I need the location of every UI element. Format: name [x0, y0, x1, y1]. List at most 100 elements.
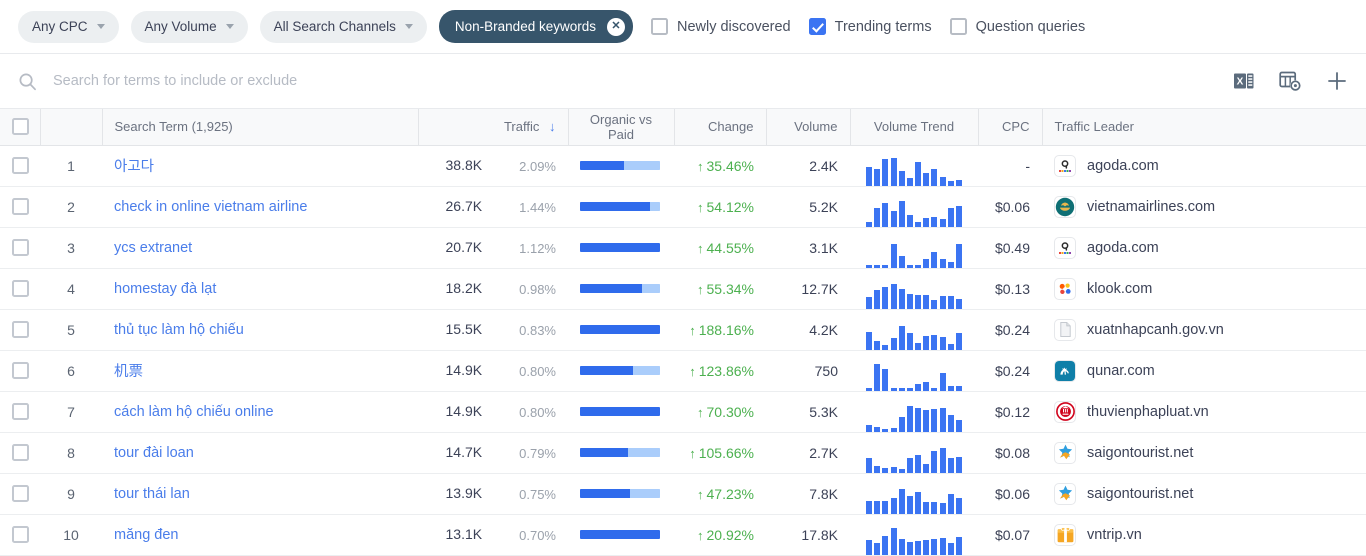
row-select-cell[interactable]	[0, 186, 40, 228]
table-row[interactable]: 3 ycs extranet 20.7K 1.12% ↑44.55% 3.1K	[0, 227, 1366, 269]
row-search-term-cell[interactable]: check in online vietnam airline	[102, 186, 418, 228]
row-traffic-leader-cell[interactable]: vietnamairlines.com	[1042, 186, 1366, 228]
row-traffic-leader-cell[interactable]: saigontourist.net	[1042, 473, 1366, 515]
select-all-header[interactable]	[0, 109, 41, 146]
traffic-leader-domain[interactable]: saigontourist.net	[1087, 486, 1193, 502]
filter-search-channels[interactable]: All Search Channels	[259, 10, 427, 43]
row-search-term-cell[interactable]: măng đen	[102, 514, 418, 556]
search-input[interactable]	[51, 72, 1213, 90]
add-column-icon[interactable]	[1326, 70, 1348, 92]
search-term-link[interactable]: cách làm hộ chiếu online	[114, 404, 274, 420]
search-term-link[interactable]: tour thái lan	[114, 486, 190, 502]
filter-volume[interactable]: Any Volume	[130, 10, 248, 43]
checkbox-icon[interactable]	[949, 18, 967, 35]
col-volume-trend[interactable]: Volume Trend	[850, 109, 979, 146]
traffic-leader[interactable]: vntrip.vn	[1054, 523, 1354, 546]
search-term-link[interactable]: ycs extranet	[114, 240, 192, 256]
traffic-leader[interactable]: thuvienphapluat.vn	[1054, 400, 1354, 423]
row-checkbox[interactable]	[12, 444, 29, 462]
traffic-leader-domain[interactable]: xuatnhapcanh.gov.vn	[1087, 322, 1224, 338]
row-checkbox[interactable]	[12, 362, 29, 380]
checkbox-question-queries[interactable]: Question queries	[949, 18, 1085, 35]
traffic-leader[interactable]: vietnamairlines.com	[1054, 195, 1354, 218]
row-search-term-cell[interactable]: 아고다	[102, 145, 418, 187]
row-traffic-leader-cell[interactable]: qunar.com	[1042, 350, 1366, 392]
table-row[interactable]: 9 tour thái lan 13.9K 0.75% ↑ 47.23% 7.8K	[0, 473, 1366, 515]
row-search-term-cell[interactable]: homestay đà lạt	[102, 268, 418, 310]
row-search-term-cell[interactable]: cách làm hộ chiếu online	[102, 391, 418, 433]
table-row[interactable]: 1 아고다 38.8K 2.09% ↑ 35.46% 2.4K - agoda.…	[0, 145, 1366, 187]
row-search-term-cell[interactable]: ycs extranet	[102, 227, 418, 269]
traffic-leader[interactable]: qunar.com	[1054, 359, 1354, 382]
row-checkbox[interactable]	[12, 485, 29, 503]
filter-non-branded-keywords[interactable]: Non-Branded keywords ✕	[438, 10, 633, 43]
excel-export-icon[interactable]: X	[1233, 70, 1255, 92]
checkbox-icon[interactable]	[650, 18, 668, 35]
traffic-leader[interactable]: agoda.com	[1054, 154, 1354, 177]
checkbox-trending-terms[interactable]: Trending terms	[808, 18, 932, 35]
select-all-checkbox[interactable]	[12, 118, 29, 136]
col-organic-vs-paid[interactable]: Organic vs Paid	[568, 109, 675, 146]
row-search-term-cell[interactable]: tour đài loan	[102, 432, 418, 474]
traffic-leader[interactable]: klook.com	[1054, 277, 1354, 300]
row-select-cell[interactable]	[0, 473, 40, 515]
search-term-link[interactable]: tour đài loan	[114, 445, 194, 461]
search-term-link[interactable]: thủ tục làm hộ chiếu	[114, 322, 244, 338]
row-select-cell[interactable]	[0, 145, 40, 187]
traffic-leader[interactable]: xuatnhapcanh.gov.vn	[1054, 318, 1354, 341]
row-select-cell[interactable]	[0, 309, 40, 351]
traffic-leader-domain[interactable]: agoda.com	[1087, 158, 1159, 174]
row-checkbox[interactable]	[12, 239, 29, 257]
row-search-term-cell[interactable]: thủ tục làm hộ chiếu	[102, 309, 418, 351]
close-icon[interactable]: ✕	[606, 17, 625, 36]
row-checkbox[interactable]	[12, 321, 29, 339]
traffic-leader-domain[interactable]: klook.com	[1087, 281, 1152, 297]
row-traffic-leader-cell[interactable]: saigontourist.net	[1042, 432, 1366, 474]
traffic-leader-domain[interactable]: vntrip.vn	[1087, 527, 1142, 543]
row-select-cell[interactable]	[0, 432, 40, 474]
checkbox-checked-icon[interactable]	[808, 18, 826, 35]
table-row[interactable]: 4 homestay đà lạt 18.2K 0.98% ↑ 55.34% 12…	[0, 268, 1366, 310]
traffic-leader-domain[interactable]: vietnamairlines.com	[1087, 199, 1215, 215]
traffic-leader-domain[interactable]: agoda.com	[1087, 240, 1159, 256]
checkbox-newly-discovered[interactable]: Newly discovered	[650, 18, 791, 35]
row-search-term-cell[interactable]: tour thái lan	[102, 473, 418, 515]
row-checkbox[interactable]	[12, 198, 29, 216]
table-row[interactable]: 8 tour đài loan 14.7K 0.79% ↑ 105.66% 2.7…	[0, 432, 1366, 474]
col-search-term[interactable]: Search Term (1,925)	[102, 109, 419, 146]
traffic-leader[interactable]: agoda.com	[1054, 236, 1354, 259]
row-traffic-leader-cell[interactable]: klook.com	[1042, 268, 1366, 310]
col-change[interactable]: Change	[674, 109, 767, 146]
row-traffic-leader-cell[interactable]: thuvienphapluat.vn	[1042, 391, 1366, 433]
table-row[interactable]: 6 机票 14.9K 0.80% ↑ 123.86% 750 $0.24 qun…	[0, 350, 1366, 392]
traffic-leader-domain[interactable]: saigontourist.net	[1087, 445, 1193, 461]
row-traffic-leader-cell[interactable]: xuatnhapcanh.gov.vn	[1042, 309, 1366, 351]
row-select-cell[interactable]	[0, 350, 40, 392]
row-checkbox[interactable]	[12, 280, 29, 298]
table-row[interactable]: 10 măng đen 13.1K 0.70% ↑ 20.92% 17.8K $…	[0, 514, 1366, 556]
table-row[interactable]: 2 check in online vietnam airline 26.7K …	[0, 186, 1366, 228]
table-row[interactable]: 5 thủ tục làm hộ chiếu 15.5K 0.83% ↑ 188.…	[0, 309, 1366, 351]
search-term-link[interactable]: măng đen	[114, 527, 179, 543]
col-traffic-leader[interactable]: Traffic Leader	[1042, 109, 1366, 146]
traffic-leader[interactable]: saigontourist.net	[1054, 441, 1354, 464]
search-term-link[interactable]: 机票	[114, 364, 143, 380]
row-search-term-cell[interactable]: 机票	[102, 350, 418, 392]
col-cpc[interactable]: CPC	[978, 109, 1043, 146]
row-checkbox[interactable]	[12, 526, 29, 544]
search-term-link[interactable]: check in online vietnam airline	[114, 199, 307, 215]
traffic-leader-domain[interactable]: qunar.com	[1087, 363, 1155, 379]
row-select-cell[interactable]	[0, 391, 40, 433]
col-traffic[interactable]: Traffic ↓	[418, 109, 569, 146]
traffic-leader[interactable]: saigontourist.net	[1054, 482, 1354, 505]
row-checkbox[interactable]	[12, 403, 29, 421]
search-term-link[interactable]: homestay đà lạt	[114, 281, 216, 297]
table-settings-icon[interactable]	[1279, 70, 1302, 93]
traffic-leader-domain[interactable]: thuvienphapluat.vn	[1087, 404, 1209, 420]
row-select-cell[interactable]	[0, 268, 40, 310]
table-row[interactable]: 7 cách làm hộ chiếu online 14.9K 0.80% ↑…	[0, 391, 1366, 433]
col-volume[interactable]: Volume	[766, 109, 851, 146]
row-select-cell[interactable]	[0, 514, 40, 556]
row-traffic-leader-cell[interactable]: vntrip.vn	[1042, 514, 1366, 556]
row-checkbox[interactable]	[12, 157, 29, 175]
